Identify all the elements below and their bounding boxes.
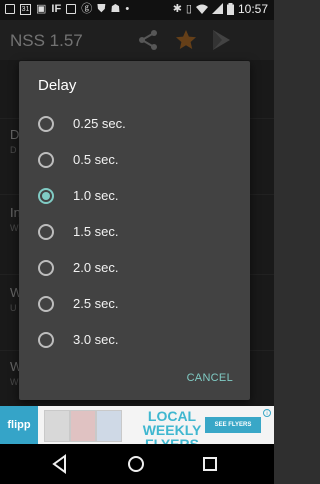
calendar-icon: 31 — [20, 3, 31, 15]
android-icon: ☗ — [110, 3, 121, 15]
radio-icon[interactable] — [38, 332, 54, 348]
option-label: 0.25 sec. — [73, 116, 126, 131]
ad-banner[interactable]: flipp LOCAL WEEKLY FLYERS SEE FLYERS i — [0, 406, 274, 444]
bluetooth-icon: ✱ — [172, 3, 182, 15]
ad-info-icon[interactable]: i — [263, 409, 271, 417]
flyer-thumbnail — [96, 410, 122, 442]
dialog-title: Delay — [38, 77, 77, 94]
status-bar: 31 ▣ IF ⓖ ⛊ ☗ • ✱ ▯ 10:57 — [0, 0, 274, 20]
clock: 10:57 — [237, 2, 268, 16]
option-label: 1.5 sec. — [73, 224, 119, 239]
radio-icon[interactable] — [38, 152, 54, 168]
vibrate-icon: ▯ — [185, 3, 192, 15]
home-icon[interactable] — [126, 454, 146, 474]
radio-icon[interactable] — [38, 260, 54, 276]
flipp-logo: flipp — [0, 406, 38, 444]
navigation-bar — [0, 444, 274, 484]
option-label: 0.5 sec. — [73, 152, 119, 167]
radio-option-3-0[interactable]: 3.0 sec. — [19, 323, 250, 359]
box-icon — [66, 4, 77, 14]
recents-icon[interactable] — [200, 454, 220, 474]
wifi-icon — [195, 4, 208, 14]
option-label: 1.0 sec. — [73, 188, 119, 203]
battery-icon — [226, 3, 234, 15]
radio-option-0-5[interactable]: 0.5 sec. — [19, 143, 250, 179]
option-label: 2.0 sec. — [73, 260, 119, 275]
radio-icon[interactable] — [38, 296, 54, 312]
see-flyers-button[interactable]: SEE FLYERS — [205, 417, 261, 433]
flyer-thumbnail — [44, 410, 70, 442]
radio-option-0-25[interactable]: 0.25 sec. — [19, 107, 250, 143]
radio-icon[interactable] — [38, 116, 54, 132]
option-label: 2.5 sec. — [73, 296, 119, 311]
g-icon: ⓖ — [81, 3, 93, 15]
radio-option-1-0[interactable]: 1.0 sec. — [19, 179, 250, 215]
radio-option-1-5[interactable]: 1.5 sec. — [19, 215, 250, 251]
radio-option-2-5[interactable]: 2.5 sec. — [19, 287, 250, 323]
image-icon: ▣ — [36, 3, 47, 15]
option-label: 3.0 sec. — [73, 332, 119, 347]
delay-dialog: Delay 0.25 sec. 0.5 sec. 1.0 sec. 1.5 se… — [19, 61, 250, 400]
dot-icon: • — [125, 3, 130, 15]
status-left-icons: 31 ▣ IF ⓖ ⛊ ☗ • — [5, 3, 129, 15]
notification-box-icon — [5, 4, 15, 14]
radio-icon[interactable] — [38, 224, 54, 240]
status-right-icons: ✱ ▯ 10:57 — [173, 2, 268, 16]
back-icon[interactable] — [50, 454, 70, 474]
if-icon: IF — [51, 3, 62, 15]
flyer-thumbnail — [70, 410, 96, 442]
radio-checked-icon[interactable] — [38, 188, 54, 204]
cell-signal-icon — [211, 3, 223, 14]
cancel-button[interactable]: CANCEL — [187, 372, 233, 384]
radio-option-2-0[interactable]: 2.0 sec. — [19, 251, 250, 287]
shield-icon: ⛊ — [97, 3, 106, 15]
ad-headline: LOCAL WEEKLY FLYERS — [142, 408, 202, 444]
